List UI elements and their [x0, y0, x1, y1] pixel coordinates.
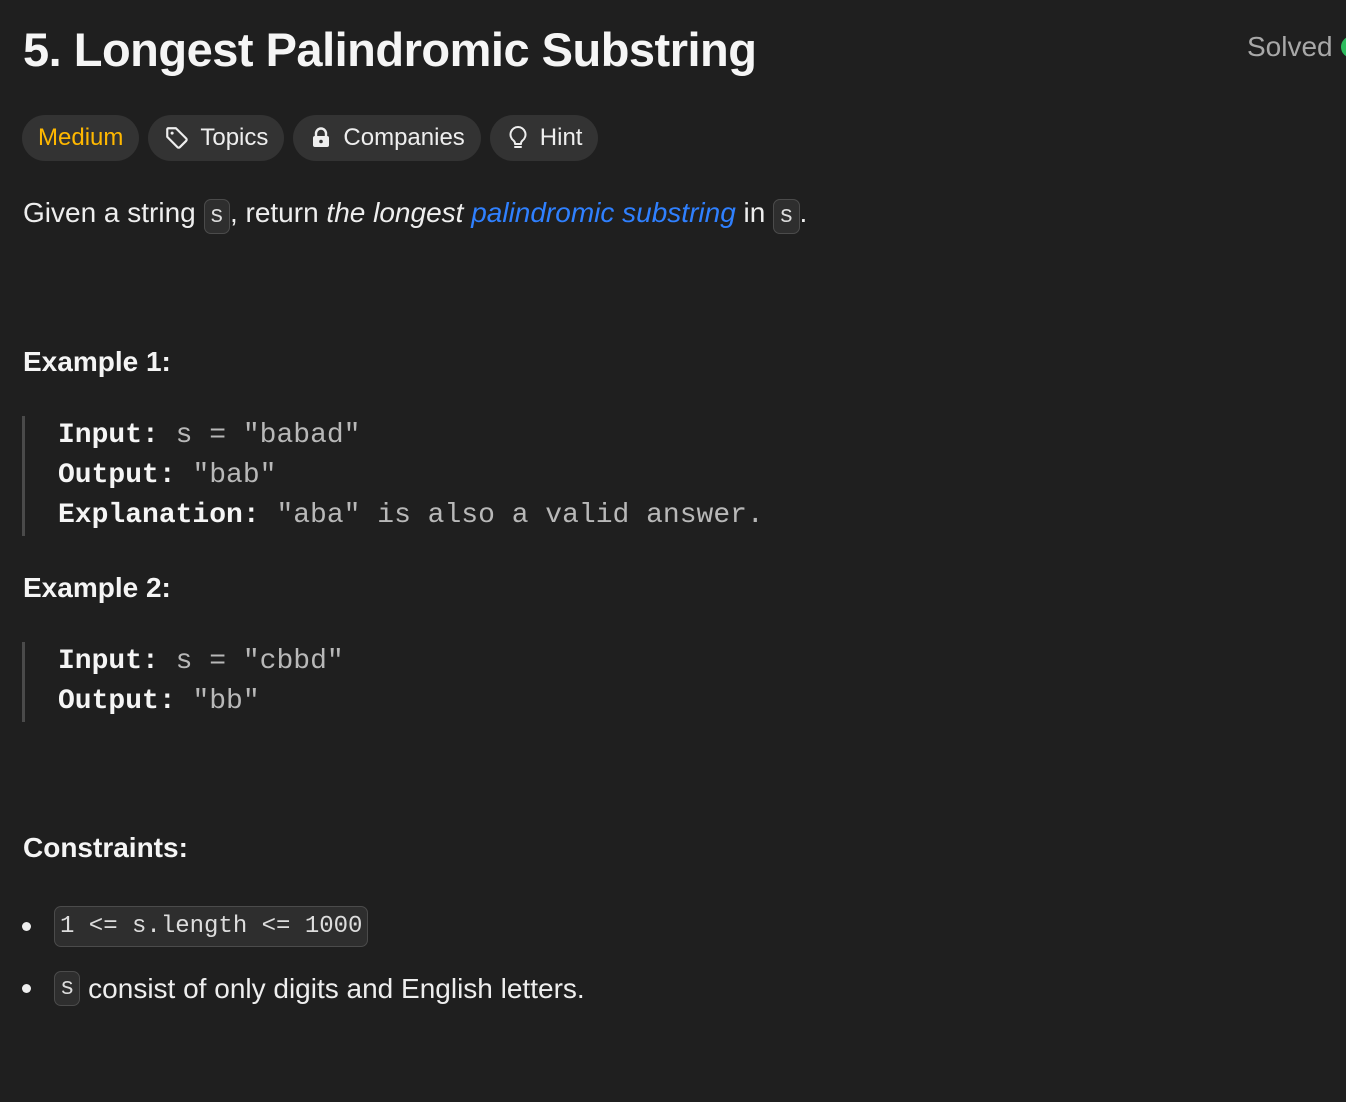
constraints-title: Constraints:	[23, 832, 188, 863]
inline-code-length: 1 <= s.length <= 1000	[54, 906, 369, 947]
problem-title: 5. Longest Palindromic Substring	[23, 23, 757, 76]
bullet-dot	[22, 922, 31, 931]
inline-code-s: s	[203, 199, 230, 234]
example-2-title: Example 2:	[23, 572, 171, 603]
bullet-dot	[22, 984, 31, 993]
constraint-item: s consist of only digits and English let…	[22, 971, 585, 1006]
explanation-label: Explanation:	[58, 500, 260, 531]
palindromic-substring-link[interactable]: palindromic substring	[471, 197, 736, 228]
inline-code-s: s	[54, 971, 81, 1006]
topics-label: Topics	[200, 124, 269, 151]
constraint-text: consist of only digits and English lette…	[80, 972, 585, 1004]
lock-icon	[309, 126, 333, 150]
problem-description: Given a string s, return the longest pal…	[23, 197, 808, 234]
check-circle-icon	[1340, 36, 1346, 58]
input-label: Input:	[58, 646, 159, 677]
input-value: s = "babad"	[175, 420, 361, 451]
input-label: Input:	[58, 420, 159, 451]
description-emphasis: the longest	[326, 197, 464, 228]
lightbulb-icon	[506, 125, 530, 151]
description-text: in	[735, 197, 774, 228]
hint-button[interactable]: Hint	[489, 115, 599, 161]
example-1-block: Input: s = "babad" Output: "bab" Explana…	[22, 416, 764, 536]
example-2-block: Input: s = "cbbd" Output: "bb"	[22, 642, 344, 722]
solved-status: Solved	[1247, 31, 1346, 63]
difficulty-label: Medium	[38, 124, 124, 151]
difficulty-badge[interactable]: Medium	[22, 115, 140, 161]
description-text: , return	[229, 197, 327, 228]
companies-button[interactable]: Companies	[293, 115, 481, 161]
output-value: "bab"	[192, 460, 277, 491]
companies-label: Companies	[343, 124, 465, 151]
topics-button[interactable]: Topics	[148, 115, 285, 161]
inline-code-s: s	[773, 199, 800, 234]
output-label: Output:	[58, 460, 176, 491]
description-text: Given a string	[23, 197, 204, 228]
constraint-item: 1 <= s.length <= 1000	[22, 906, 369, 947]
solved-label: Solved	[1247, 31, 1333, 62]
description-text: .	[799, 197, 808, 228]
hint-label: Hint	[539, 124, 583, 151]
output-label: Output:	[58, 686, 176, 717]
example-1-title: Example 1:	[23, 346, 171, 377]
input-value: s = "cbbd"	[175, 646, 344, 677]
output-value: "bb"	[192, 686, 260, 717]
tag-bar: Medium Topics Companies Hint	[22, 115, 599, 161]
tag-icon	[164, 125, 190, 151]
explanation-value: "aba" is also a valid answer.	[276, 500, 764, 531]
